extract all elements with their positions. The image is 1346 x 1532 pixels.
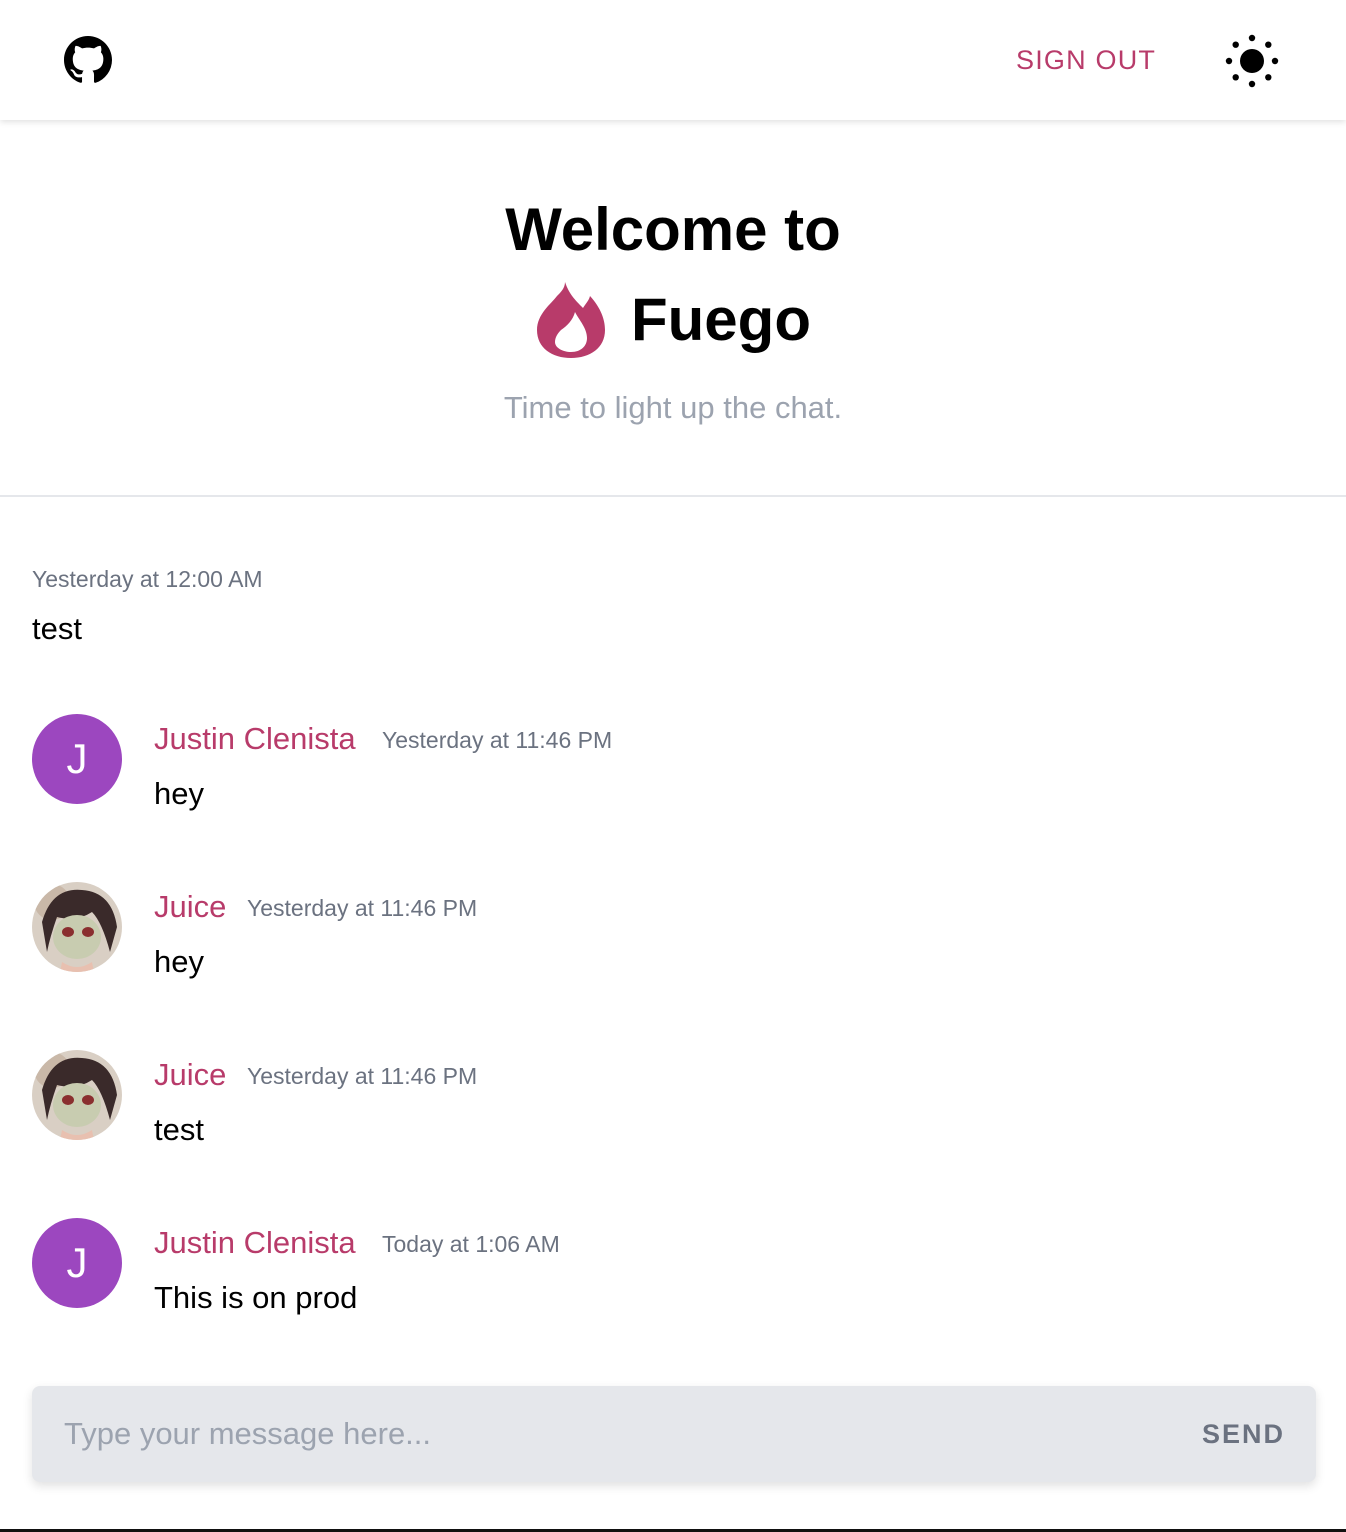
message-item: Juice Yesterday at 11:46 PM hey bbox=[32, 882, 1312, 1002]
message-text: test bbox=[154, 1112, 204, 1147]
message-item: Juice Yesterday at 11:46 PM test bbox=[32, 1050, 1312, 1170]
divider bbox=[0, 495, 1346, 497]
message-text: test bbox=[32, 611, 82, 646]
message-timestamp: Yesterday at 12:00 AM bbox=[32, 566, 263, 592]
message-timestamp: Yesterday at 11:46 PM bbox=[247, 895, 478, 921]
avatar: J bbox=[32, 714, 122, 804]
message-composer: SEND bbox=[32, 1386, 1316, 1482]
message-item: J Justin Clenista Today at 1:06 AM This … bbox=[32, 1218, 1312, 1338]
avatar: J bbox=[32, 1218, 122, 1308]
message-timestamp: Yesterday at 11:46 PM bbox=[382, 727, 613, 753]
message-input[interactable] bbox=[64, 1410, 1164, 1458]
message-author: Justin Clenista bbox=[154, 721, 356, 756]
message-item: J Justin Clenista Yesterday at 11:46 PM … bbox=[32, 714, 1312, 834]
message-author: Juice bbox=[154, 1057, 227, 1092]
avatar-initial: J bbox=[66, 1239, 88, 1286]
message-text: hey bbox=[154, 944, 204, 979]
message-author: Justin Clenista bbox=[154, 1225, 356, 1260]
top-navbar: SIGN OUT bbox=[0, 0, 1346, 120]
welcome-hero: Welcome to Fuego Time to light up the ch… bbox=[0, 120, 1346, 496]
message-text: This is on prod bbox=[154, 1280, 358, 1315]
brand: Fuego bbox=[0, 278, 1346, 362]
sun-icon[interactable] bbox=[1224, 33, 1280, 89]
message-timestamp: Today at 1:06 AM bbox=[382, 1231, 560, 1257]
avatar-initial: J bbox=[66, 735, 88, 782]
hero-subtitle: Time to light up the chat. bbox=[503, 390, 843, 425]
flame-icon bbox=[537, 282, 605, 358]
sign-out-button[interactable]: SIGN OUT bbox=[1016, 43, 1156, 77]
message-author: Juice bbox=[154, 889, 227, 924]
message-timestamp: Yesterday at 11:46 PM bbox=[247, 1063, 478, 1089]
anime-avatar-image bbox=[32, 1050, 122, 1140]
message-text: hey bbox=[154, 776, 204, 811]
hero-title: Welcome to bbox=[505, 196, 841, 263]
send-button[interactable]: SEND bbox=[1202, 1416, 1285, 1452]
anime-avatar-image bbox=[32, 882, 122, 972]
brand-name: Fuego bbox=[631, 286, 811, 353]
github-icon[interactable] bbox=[64, 36, 112, 84]
